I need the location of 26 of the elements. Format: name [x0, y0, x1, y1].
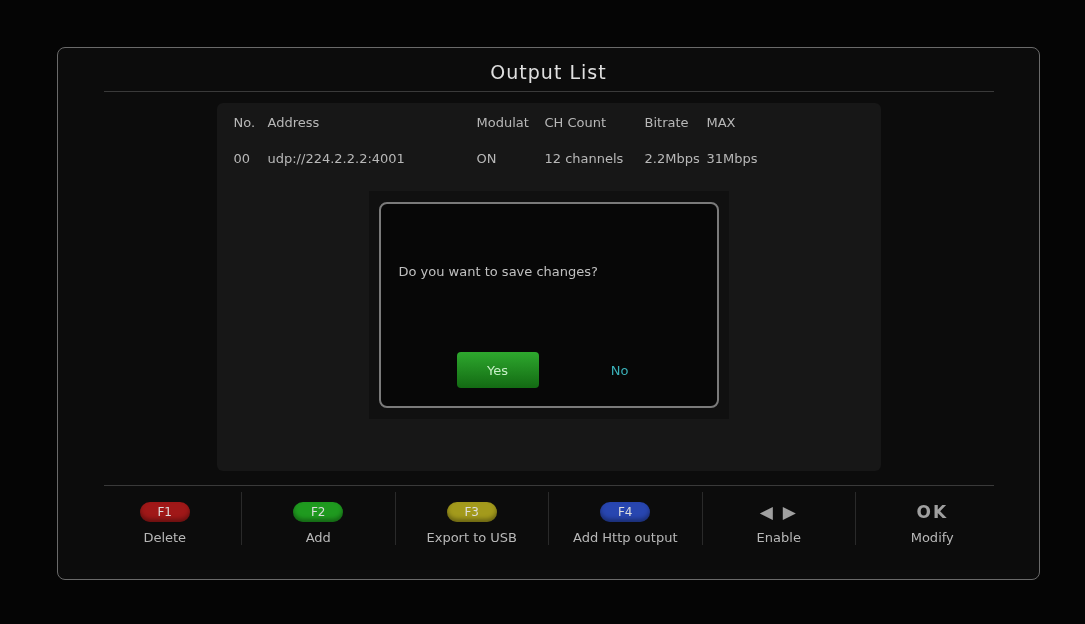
- key-action-label: Modify: [910, 530, 954, 545]
- column-header: No.: [233, 115, 257, 130]
- column-header: Address: [267, 115, 321, 130]
- column-header: MAX: [706, 115, 737, 130]
- key-action-label: Export to USB: [426, 530, 518, 545]
- table-cell-text: 31Mbps: [706, 151, 759, 166]
- key-action-label: Add: [305, 530, 331, 545]
- key-action-label: Delete: [143, 530, 187, 545]
- column-header: Modulat: [476, 115, 530, 130]
- no-button[interactable]: No: [578, 352, 661, 388]
- function-key[interactable]: F4: [600, 502, 651, 522]
- column-header: CH Count: [544, 115, 608, 130]
- function-key[interactable]: F1: [139, 502, 190, 522]
- table-cell-text: udp://224.2.2.2:4001: [267, 151, 406, 166]
- dialog-message: Do you want to save changes?: [398, 264, 599, 279]
- key-label[interactable]: OK: [916, 502, 949, 522]
- table-cell-text: ON: [476, 151, 498, 166]
- window-title: Output List: [490, 61, 607, 83]
- table-cell-text: 12 channels: [544, 151, 625, 166]
- table-cell-text: 2.2Mbps: [644, 151, 701, 166]
- key-action-label: Enable: [756, 530, 801, 545]
- key-action-label: Add Http output: [572, 530, 678, 545]
- key-label[interactable]: ◀ ▶: [759, 502, 798, 522]
- yes-button[interactable]: Yes: [456, 352, 539, 388]
- table-cell-text: 00: [233, 151, 252, 166]
- column-header: Bitrate: [644, 115, 690, 130]
